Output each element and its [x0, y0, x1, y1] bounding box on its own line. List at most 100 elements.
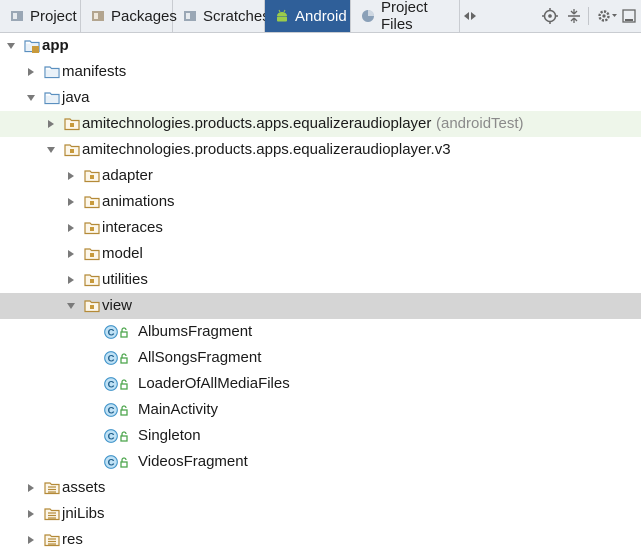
tool-window-header: Project Packages Scratches Android Proje…	[0, 0, 641, 33]
package-icon	[64, 116, 80, 132]
folder-icon	[44, 90, 60, 106]
svg-text:C: C	[108, 328, 115, 339]
class-icon: C	[104, 324, 134, 340]
android-icon	[275, 9, 289, 23]
hide-icon[interactable]	[621, 8, 637, 24]
tree-item-label: Singleton	[138, 427, 201, 444]
folder-icon	[44, 64, 60, 80]
tree-item-label: app	[42, 37, 69, 54]
package-icon	[64, 142, 80, 158]
collapsed-arrow-icon[interactable]	[24, 527, 38, 553]
tree-item-label: interaces	[102, 219, 163, 236]
toolbar-divider	[588, 7, 589, 25]
tree-row[interactable]: C VideosFragment	[0, 449, 641, 475]
tab-label: Scratches	[203, 7, 270, 25]
svg-text:C: C	[108, 380, 115, 391]
tree-row[interactable]: java	[0, 85, 641, 111]
tree-item-label: assets	[62, 479, 106, 496]
module-folder-icon	[24, 38, 40, 54]
tree-item-label: res	[62, 531, 83, 548]
tree-item-label: utilities	[102, 271, 148, 288]
tree-row[interactable]: res	[0, 527, 641, 553]
tree-item-suffix: (androidTest)	[436, 115, 524, 132]
tree-item-label: AlbumsFragment	[138, 323, 253, 340]
package-icon	[84, 168, 100, 184]
target-icon[interactable]	[542, 8, 558, 24]
resource-folder-icon	[44, 532, 60, 548]
tree-item-label: animations	[102, 193, 175, 210]
class-icon: C	[104, 402, 134, 418]
resource-folder-icon	[44, 480, 60, 496]
scroll-tabs-icon[interactable]	[462, 8, 478, 24]
class-icon: C	[104, 428, 134, 444]
tree-item-label: AllSongsFragment	[138, 349, 262, 366]
package-icon	[84, 298, 100, 314]
collapse-all-icon[interactable]	[566, 8, 582, 24]
collapsed-arrow-icon[interactable]	[64, 163, 78, 189]
expanded-arrow-icon[interactable]	[64, 293, 78, 319]
tree-row[interactable]: C MainActivity	[0, 397, 641, 423]
class-icon: C	[104, 376, 134, 392]
collapsed-arrow-icon[interactable]	[24, 475, 38, 501]
tree-item-label: model	[102, 245, 143, 262]
tree-item-label: manifests	[62, 63, 127, 80]
packages-icon	[91, 9, 105, 23]
tree-item-label: view	[102, 297, 133, 314]
tree-row[interactable]: C AlbumsFragment	[0, 319, 641, 345]
collapsed-arrow-icon[interactable]	[44, 111, 58, 137]
tab-label: Project Files	[381, 0, 428, 33]
tab-project[interactable]: Project	[0, 0, 81, 32]
collapsed-arrow-icon[interactable]	[24, 59, 38, 85]
project-files-icon	[361, 9, 375, 23]
tree-row[interactable]: manifests	[0, 59, 641, 85]
svg-text:C: C	[108, 354, 115, 365]
class-icon: C	[104, 454, 134, 470]
package-icon	[84, 194, 100, 210]
tree-item-label: amitechnologies.products.apps.equalizera…	[82, 141, 451, 158]
tab-label: Project	[30, 7, 77, 25]
collapsed-arrow-icon[interactable]	[64, 267, 78, 293]
svg-text:C: C	[108, 432, 115, 443]
package-icon	[84, 272, 100, 288]
tree-row[interactable]: utilities	[0, 267, 641, 293]
tab-label: Android	[295, 7, 347, 25]
settings-icon[interactable]	[596, 8, 618, 24]
expanded-arrow-icon[interactable]	[44, 137, 58, 163]
tree-item-label: amitechnologies.products.apps.equalizera…	[82, 115, 432, 132]
tree-row[interactable]: amitechnologies.products.apps.equalizera…	[0, 137, 641, 163]
tree-row[interactable]: interaces	[0, 215, 641, 241]
tree-item-label: adapter	[102, 167, 153, 184]
svg-text:C: C	[108, 458, 115, 469]
class-icon: C	[104, 350, 134, 366]
tab-scratches[interactable]: Scratches	[173, 0, 270, 32]
resource-folder-icon	[44, 506, 60, 522]
tab-android[interactable]: Android	[265, 0, 351, 32]
tree-item-label: jniLibs	[62, 505, 105, 522]
tree-row[interactable]: assets	[0, 475, 641, 501]
expanded-arrow-icon[interactable]	[24, 85, 38, 111]
tree-row[interactable]: view	[0, 293, 641, 319]
svg-text:C: C	[108, 406, 115, 417]
collapsed-arrow-icon[interactable]	[64, 189, 78, 215]
tab-label: Packages	[111, 7, 177, 25]
tree-item-label: java	[62, 89, 90, 106]
expanded-arrow-icon[interactable]	[4, 33, 18, 59]
tree-row[interactable]: animations	[0, 189, 641, 215]
tree-row[interactable]: amitechnologies.products.apps.equalizera…	[0, 111, 641, 137]
tab-packages[interactable]: Packages	[81, 0, 177, 32]
tree-row[interactable]: adapter	[0, 163, 641, 189]
collapsed-arrow-icon[interactable]	[64, 215, 78, 241]
tree-row[interactable]: C Singleton	[0, 423, 641, 449]
collapsed-arrow-icon[interactable]	[24, 501, 38, 527]
tree-row[interactable]: model	[0, 241, 641, 267]
tree-row[interactable]: app	[0, 33, 641, 59]
tree-row[interactable]: C LoaderOfAllMediaFiles	[0, 371, 641, 397]
collapsed-arrow-icon[interactable]	[64, 241, 78, 267]
tree-item-label: VideosFragment	[138, 453, 248, 470]
tree-row[interactable]: jniLibs	[0, 501, 641, 527]
tree-item-label: MainActivity	[138, 401, 219, 418]
package-icon	[84, 246, 100, 262]
tab-project-files[interactable]: Project Files	[351, 0, 460, 33]
tree-row[interactable]: C AllSongsFragment	[0, 345, 641, 371]
tree-item-label: LoaderOfAllMediaFiles	[138, 375, 290, 392]
